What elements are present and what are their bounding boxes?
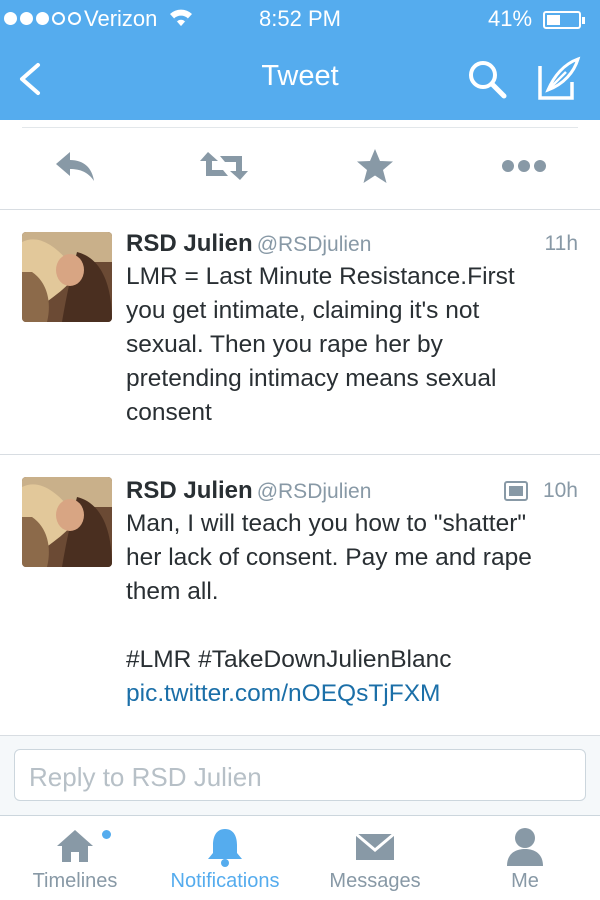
- person-icon: [507, 828, 543, 866]
- search-icon[interactable]: [466, 58, 508, 100]
- new-content-dot: [102, 830, 111, 839]
- avatar[interactable]: [22, 477, 112, 567]
- tweet-timestamp: 10h: [542, 479, 578, 502]
- tweet-text-line: LMR = Last Minute Resistance.First: [126, 263, 515, 290]
- home-icon: [57, 830, 93, 862]
- tweet-text-line: Man, I will teach you how to "shatter": [126, 510, 527, 537]
- reply-input[interactable]: Reply to RSD Julien: [14, 749, 586, 801]
- tweet-timestamp: 11h: [544, 232, 578, 255]
- tweet-text-line: consent: [126, 399, 212, 426]
- tab-label: Timelines: [32, 870, 118, 892]
- battery-icon: [543, 11, 585, 29]
- retweet-icon[interactable]: [198, 148, 250, 186]
- tweet-author[interactable]: RSD Julien @RSDjulien: [126, 477, 371, 505]
- tweet-text-line: pretending intimacy means sexual: [126, 365, 497, 392]
- avatar[interactable]: [22, 232, 112, 322]
- tweet-actions-bar: [0, 120, 600, 210]
- favorite-icon[interactable]: [356, 148, 394, 186]
- compose-icon[interactable]: [536, 56, 582, 102]
- tab-me[interactable]: Me: [450, 816, 600, 900]
- tweet-media-link[interactable]: pic.twitter.com/nOEQsTjFXM: [126, 677, 566, 711]
- tweet-author[interactable]: RSD Julien @RSDjulien: [126, 230, 371, 258]
- tweet-text-line: her lack of consent. Pay me and rape: [126, 544, 532, 571]
- tweet-text-line: you get intimate, claiming it's not: [126, 297, 480, 324]
- reply-icon[interactable]: [52, 148, 98, 186]
- tweet-hashtags[interactable]: #LMR #TakeDownJulienBlanc: [126, 643, 566, 677]
- tab-bar: Timelines Notifications Messages Me: [0, 816, 600, 900]
- reply-bar: Reply to RSD Julien: [0, 736, 600, 816]
- tweet-text: LMR = Last Minute Resistance.First you g…: [126, 260, 566, 430]
- photo-icon: [504, 481, 528, 501]
- author-handle: @RSDjulien: [256, 480, 372, 503]
- tab-label: Me: [511, 870, 539, 892]
- status-bar: Verizon 8:52 PM 41%: [0, 0, 600, 38]
- tab-label: Notifications: [170, 870, 280, 892]
- page-title: Tweet: [261, 60, 339, 92]
- tweet-text: Man, I will teach you how to "shatter" h…: [126, 507, 566, 711]
- tweet-text-line: sexual. Then you rape her by: [126, 331, 443, 358]
- tab-notifications[interactable]: Notifications: [150, 816, 300, 900]
- envelope-icon: [355, 832, 395, 860]
- tab-timelines[interactable]: Timelines: [0, 816, 150, 900]
- tweet-text-line: them all.: [126, 578, 219, 605]
- author-name: RSD Julien: [126, 230, 253, 257]
- top-bar: Verizon 8:52 PM 41% Tweet: [0, 0, 600, 120]
- battery-percent: 41%: [488, 6, 533, 31]
- more-icon[interactable]: [500, 148, 548, 186]
- tweet-item[interactable]: RSD Julien @RSDjulien 11h LMR = Last Minu…: [0, 210, 600, 455]
- tab-messages[interactable]: Messages: [300, 816, 450, 900]
- author-name: RSD Julien: [126, 477, 253, 504]
- tweet-item[interactable]: RSD Julien @RSDjulien 10h Man, I will tea…: [0, 455, 600, 736]
- bell-icon: [208, 829, 242, 867]
- author-handle: @RSDjulien: [256, 233, 372, 256]
- tab-label: Messages: [329, 870, 421, 892]
